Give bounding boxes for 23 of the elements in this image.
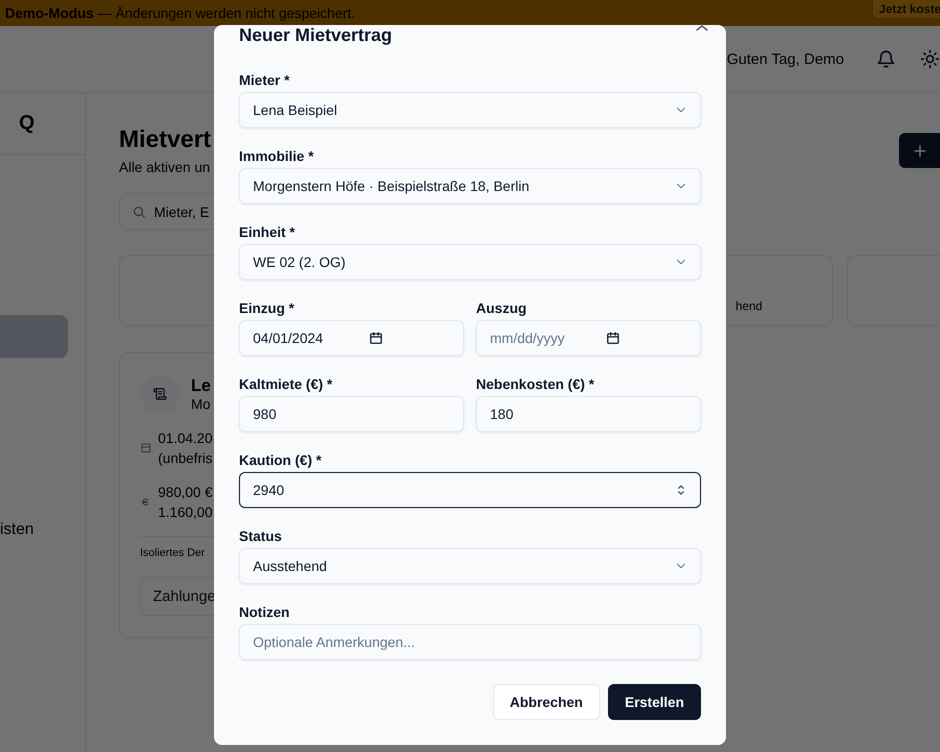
dialog-title: Neuer Mietvertrag: [239, 24, 394, 46]
contract-period: 01.04.20: [158, 429, 212, 448]
field-label: Nebenkosten (€) *: [476, 375, 596, 394]
contract-period: (unbefris: [158, 449, 212, 468]
greeting-text: Guten Tag, Demo: [726, 50, 844, 68]
field-label: Immobilie *: [239, 147, 315, 166]
page-title: Mietvert: [119, 125, 212, 155]
field-label: Notizen: [239, 603, 291, 622]
stat-label: hend: [736, 299, 762, 313]
field-label: Einzug *: [239, 299, 296, 318]
field-label: Mieter *: [239, 71, 291, 90]
contract-subtitle: Mo: [191, 396, 211, 412]
brand-logo-text: Q: [0, 93, 85, 155]
search-placeholder: Mieter, E: [154, 204, 210, 220]
demo-banner-text: Demo-Modus — Änderungen werden nicht gespeichert.: [5, 5, 356, 21]
page-subtitle: Alle aktiven un: [119, 159, 212, 175]
field-label: Auszug: [476, 299, 528, 318]
field-label: Einheit *: [239, 223, 296, 242]
rent-amount: 980,00 €: [158, 483, 212, 502]
rent-amount: 1.160,00: [158, 503, 212, 522]
tenant-name: Le: [191, 376, 211, 396]
field-label: Kaltmiete (€) *: [239, 375, 334, 394]
field-label: Kaution (€) *: [239, 451, 322, 470]
